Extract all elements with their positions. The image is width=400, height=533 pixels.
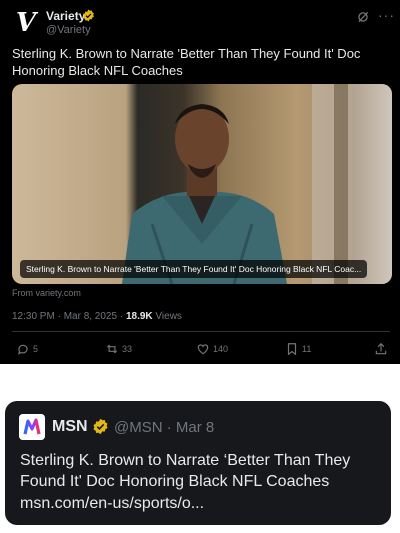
msn-post-link[interactable]: msn.com/en-us/sports/o... xyxy=(20,493,204,514)
media-image[interactable]: Sterling K. Brown to Narrate 'Better Tha… xyxy=(12,84,392,284)
account-name[interactable]: Variety xyxy=(46,9,85,23)
grok-icon[interactable] xyxy=(356,10,370,24)
action-bar: 5 33 140 11 xyxy=(0,339,400,359)
like-count: 140 xyxy=(213,344,229,354)
msn-handle-date[interactable]: @MSN · Mar 8 xyxy=(114,419,214,436)
views-count: 18.9K xyxy=(125,311,153,322)
repost-icon xyxy=(106,344,118,354)
variety-avatar[interactable]: V xyxy=(10,7,42,39)
media-caption: Sterling K. Brown to Narrate 'Better Tha… xyxy=(20,260,368,278)
like-icon xyxy=(197,344,209,355)
divider xyxy=(12,331,390,332)
share-button[interactable] xyxy=(374,339,388,359)
account-handle[interactable]: @Variety xyxy=(46,24,91,36)
more-icon[interactable]: ··· xyxy=(378,7,395,23)
man-photo xyxy=(122,84,392,284)
bookmark-button[interactable]: 11 xyxy=(285,339,311,359)
source-link[interactable]: From variety.com xyxy=(12,288,81,298)
msn-post-card[interactable]: MSN @MSN · Mar 8 Sterling K. Brown to Na… xyxy=(5,401,391,525)
tweet-text: Sterling K. Brown to Narrate 'Better Tha… xyxy=(12,46,361,78)
reply-icon xyxy=(18,344,28,355)
like-button[interactable]: 140 xyxy=(196,339,228,359)
share-icon xyxy=(375,342,387,355)
reply-count: 5 xyxy=(33,344,39,354)
views-label: Views xyxy=(152,311,182,322)
verified-gold-badge-icon xyxy=(83,9,94,22)
verified-gold-badge-icon xyxy=(93,418,108,435)
reply-button[interactable]: 5 xyxy=(16,339,38,359)
msn-logo-icon[interactable] xyxy=(19,414,45,440)
repost-button[interactable]: 33 xyxy=(105,339,132,359)
msn-post-text: Sterling K. Brown to Narrate ‘Better Tha… xyxy=(20,452,351,490)
tweet-meta: 12:30 PM · Mar 8, 2025 · 18.9K Views xyxy=(12,311,182,322)
tweet: V Variety @Variety ··· Sterling K. Brown… xyxy=(0,0,400,364)
msn-account-name[interactable]: MSN xyxy=(52,418,88,436)
repost-count: 33 xyxy=(122,344,133,354)
bookmark-count: 11 xyxy=(302,344,312,354)
timestamp[interactable]: 12:30 PM · Mar 8, 2025 · xyxy=(12,311,126,322)
bookmark-icon xyxy=(287,343,297,356)
